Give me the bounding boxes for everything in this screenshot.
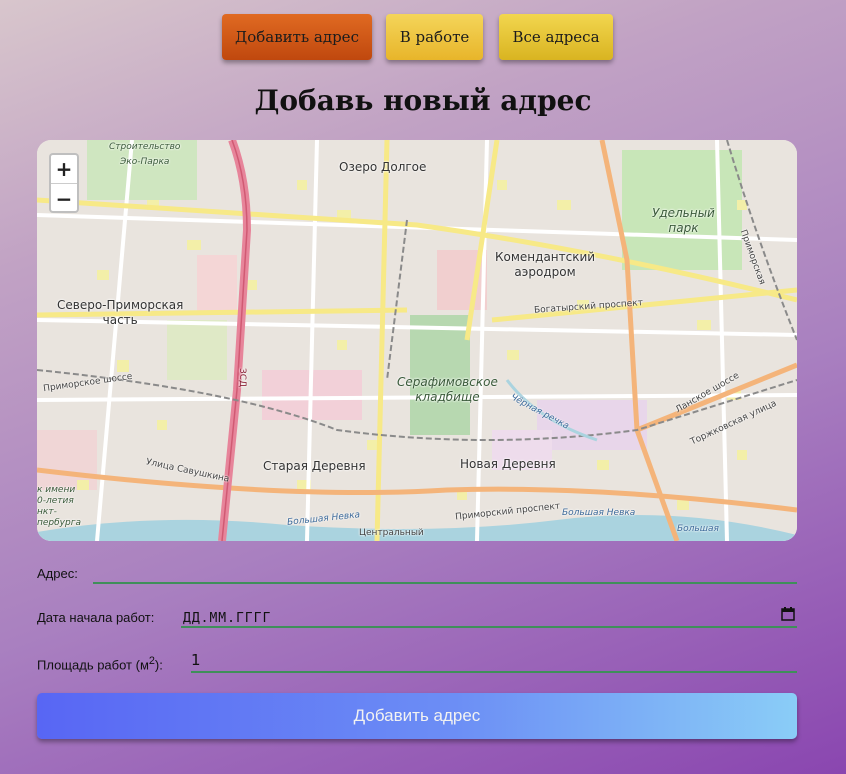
page-title: Добавь новый адрес [254, 84, 592, 117]
date-label: Дата начала работ: [37, 610, 155, 625]
zoom-control: + − [49, 153, 79, 213]
zoom-out-button[interactable]: − [51, 184, 77, 211]
submit-add-address-button[interactable]: Добавить адрес [37, 693, 797, 739]
map-label-bolshaya: Большая [677, 524, 719, 534]
area-input[interactable]: 1 [191, 649, 797, 673]
top-nav: Добавить адрес В работе Все адреса [0, 14, 846, 62]
address-row: Адрес: [37, 564, 797, 594]
map-label-novaya-derevnya: Новая Деревня [460, 457, 556, 471]
zoom-in-button[interactable]: + [51, 155, 77, 184]
map-label-staraya-derevnya: Старая Деревня [263, 459, 366, 473]
map-label-ozero-dolgoe: Озеро Долгое [339, 160, 427, 174]
all-addresses-nav-button[interactable]: Все адреса [499, 14, 613, 60]
area-row: Площадь работ (м2): 1 [37, 651, 797, 683]
area-label-suffix: ): [154, 657, 163, 673]
map-label-komendantsky: Комендантский аэродром [495, 250, 596, 279]
area-label-prefix: Площадь работ (м [37, 657, 149, 673]
map-label-centralny: Центральный [359, 528, 424, 538]
map-label-severo-primorskaya: Северо-Приморская часть [57, 298, 184, 327]
map-tiles [37, 140, 797, 541]
address-label: Адрес: [37, 566, 78, 581]
date-row: Дата начала работ: ДД.ММ.ГГГГ [37, 607, 797, 638]
map-label-bolshaya-nevka-2: Большая Невка [562, 508, 636, 518]
map-label-eco-park: Строительство Эко-Парка [109, 142, 181, 167]
map-label-udelny-park: Удельный парк [652, 206, 715, 235]
map-label-serafimovskoe: Серафимовское кладбище [397, 375, 498, 404]
in-work-nav-button[interactable]: В работе [386, 14, 483, 60]
calendar-icon[interactable] [781, 607, 795, 621]
map-label-zsd: ЗСД [237, 367, 248, 388]
map[interactable]: + − Строительство Эко-Парка Озеро Долгое… [37, 140, 797, 541]
area-label: Площадь работ (м2): [37, 655, 163, 672]
start-date-input[interactable]: ДД.ММ.ГГГГ [181, 604, 797, 628]
map-label-park-imeni: к имени 0-летия нкт- пербурга [37, 485, 81, 528]
address-input[interactable] [93, 560, 797, 584]
date-placeholder: ДД.ММ.ГГГГ [183, 611, 272, 626]
add-address-nav-button[interactable]: Добавить адрес [222, 14, 372, 60]
